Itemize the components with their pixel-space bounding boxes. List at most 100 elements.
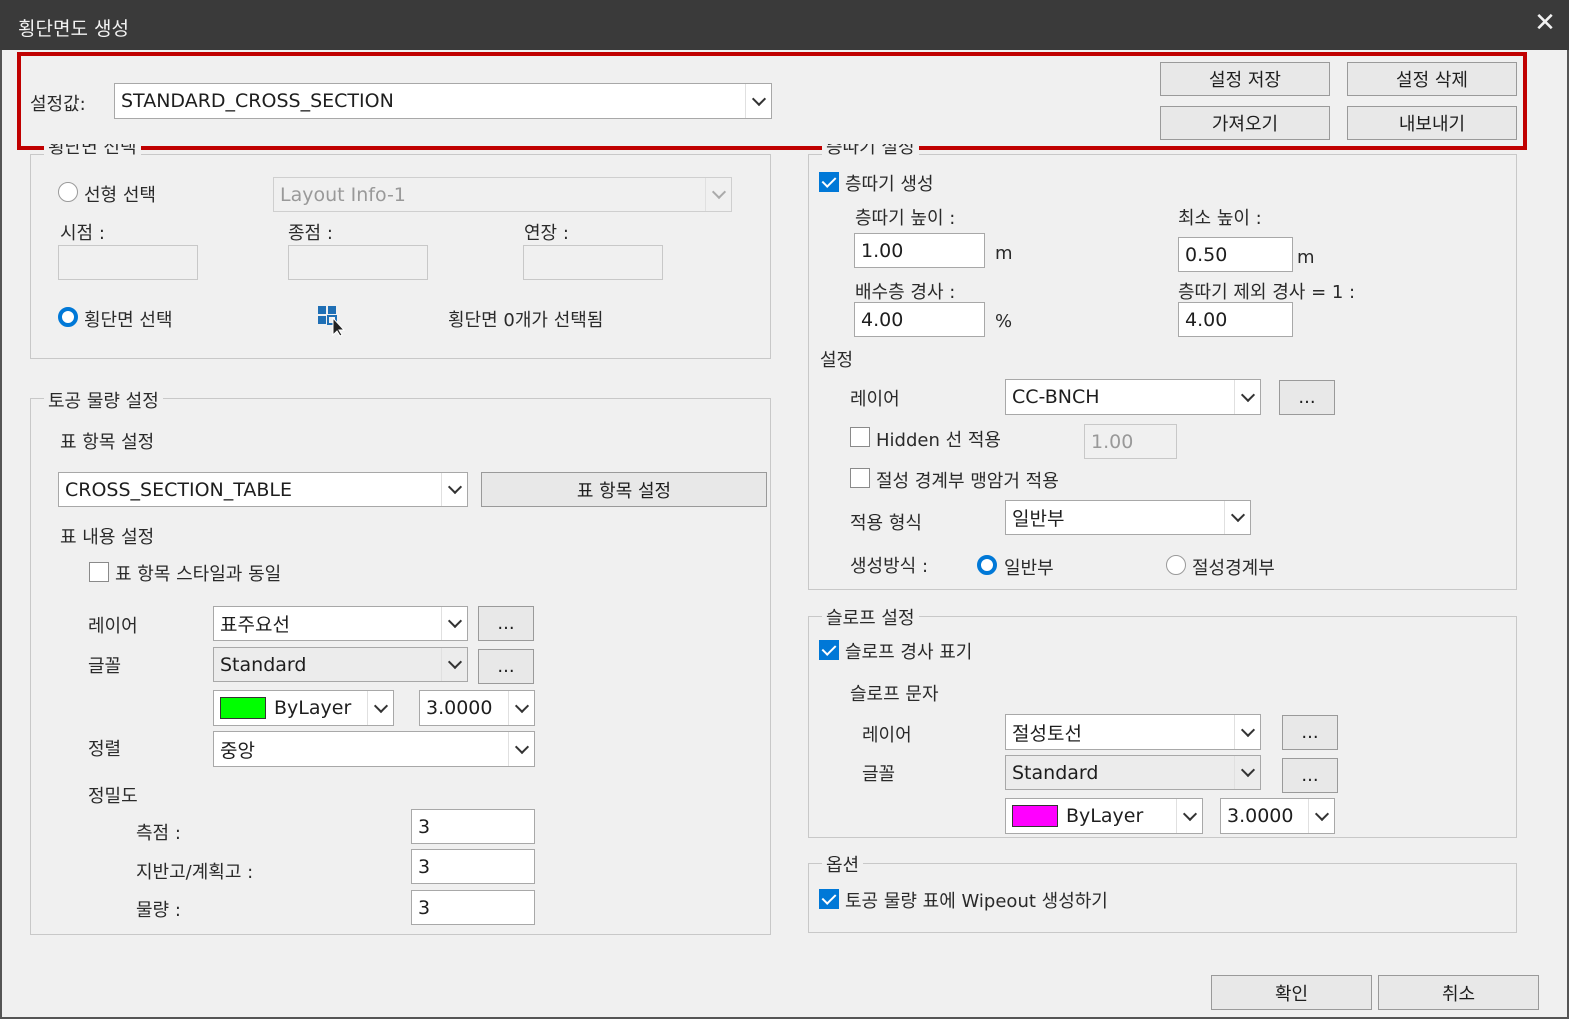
drain-slope-field[interactable]: 4.00: [854, 302, 985, 337]
pick-sections-icon[interactable]: [317, 305, 347, 337]
table-items-button[interactable]: 표 항목 설정: [481, 472, 767, 507]
import-button[interactable]: 가져오기: [1160, 106, 1330, 140]
same-style-checkbox[interactable]: [89, 562, 109, 582]
ew-size-combo[interactable]: 3.0000: [419, 690, 535, 726]
end-label: 종점 :: [288, 223, 333, 244]
bench-create-checkbox[interactable]: [819, 172, 839, 192]
ew-align-value: 중앙: [220, 739, 255, 762]
ground-field[interactable]: 3: [411, 849, 535, 884]
min-height-field[interactable]: 0.50: [1178, 237, 1293, 272]
selection-status: 횡단면 0개가 선택됨: [448, 310, 604, 331]
table-style-value: CROSS_SECTION_TABLE: [65, 478, 293, 501]
ew-layer-more-button[interactable]: ...: [478, 606, 534, 641]
save-settings-button[interactable]: 설정 저장: [1160, 62, 1330, 96]
bench-layer-combo[interactable]: CC-BNCH: [1005, 379, 1261, 415]
ew-color-swatch: [220, 697, 266, 719]
title-bar: 횡단면도 생성 ✕: [0, 0, 1569, 50]
wipeout-label: 토공 물량 표에 Wipeout 생성하기: [845, 891, 1108, 912]
slope-font-more-button[interactable]: ...: [1282, 758, 1338, 793]
end-field[interactable]: [288, 245, 428, 280]
slope-size-combo[interactable]: 3.0000: [1220, 798, 1335, 834]
chevron-down-icon[interactable]: [508, 691, 534, 725]
table-style-combo[interactable]: CROSS_SECTION_TABLE: [58, 472, 468, 507]
ew-align-label: 정렬: [88, 739, 122, 760]
bench-layer-more-button[interactable]: ...: [1279, 380, 1335, 415]
ground-label: 지반고/계획고 :: [136, 862, 254, 883]
ew-layer-combo[interactable]: 표주요선: [213, 606, 468, 641]
chevron-down-icon[interactable]: [705, 178, 731, 211]
slope-font-label: 글꼴: [862, 764, 896, 785]
apply-form-value: 일반부: [1012, 508, 1065, 530]
settings-value: STANDARD_CROSS_SECTION: [121, 90, 394, 112]
bench-height-unit: m: [995, 243, 1013, 264]
same-style-label: 표 항목 스타일과 동일: [115, 564, 282, 585]
ew-font-more-button[interactable]: ...: [478, 649, 534, 684]
drain-slope-unit: %: [995, 311, 1013, 332]
chevron-down-icon[interactable]: [508, 732, 534, 766]
cancel-button[interactable]: 취소: [1378, 975, 1539, 1010]
chevron-down-icon[interactable]: [441, 473, 467, 506]
cut-drain-checkbox[interactable]: [850, 468, 870, 488]
method-label: 생성방식 :: [850, 556, 929, 577]
close-icon[interactable]: ✕: [1532, 8, 1558, 38]
ok-button[interactable]: 확인: [1211, 975, 1372, 1010]
chevron-down-icon[interactable]: [441, 648, 467, 681]
alignment-value: Layout Info-1: [280, 183, 406, 206]
chevron-down-icon[interactable]: [1234, 715, 1260, 749]
export-button[interactable]: 내보내기: [1347, 106, 1517, 140]
extension-field[interactable]: [523, 245, 663, 280]
slope-size-value: 3.0000: [1227, 805, 1294, 827]
slope-font-combo[interactable]: Standard: [1005, 755, 1261, 790]
bench-title: 층따기 설정: [822, 144, 919, 158]
table-items-label: 표 항목 설정: [60, 432, 155, 453]
slope-show-checkbox[interactable]: [819, 640, 839, 660]
ew-color-value: ByLayer: [274, 697, 352, 719]
chevron-down-icon[interactable]: [1224, 501, 1250, 534]
slope-layer-combo[interactable]: 절성토선: [1005, 714, 1261, 750]
ew-layer-label: 레이어: [88, 616, 138, 637]
precision-label: 정밀도: [88, 786, 138, 807]
settings-label: 설정값:: [30, 94, 86, 115]
station-field[interactable]: 3: [411, 809, 535, 844]
method-general-radio[interactable]: [977, 555, 997, 575]
alignment-combo[interactable]: Layout Info-1: [273, 177, 732, 212]
alignment-radio[interactable]: [58, 182, 78, 202]
slope-color-combo[interactable]: ByLayer: [1005, 798, 1203, 834]
hidden-line-checkbox[interactable]: [850, 427, 870, 447]
cross-section-radio[interactable]: [58, 307, 78, 327]
slope-show-label: 슬로프 경사 표기: [845, 642, 973, 663]
bench-settings-label: 설정: [820, 350, 854, 371]
apply-form-label: 적용 형식: [850, 513, 922, 534]
cross-section-radio-label: 횡단면 선택: [84, 310, 173, 331]
chevron-down-icon[interactable]: [441, 607, 467, 640]
chevron-down-icon[interactable]: [745, 84, 771, 118]
apply-form-combo[interactable]: 일반부: [1005, 500, 1251, 535]
wipeout-checkbox[interactable]: [819, 889, 839, 909]
window-title: 횡단면도 생성: [18, 18, 129, 40]
extension-label: 연장 :: [524, 223, 569, 244]
chevron-down-icon[interactable]: [1308, 799, 1334, 833]
ew-font-combo[interactable]: Standard: [213, 647, 468, 682]
delete-settings-button[interactable]: 설정 삭제: [1347, 62, 1517, 96]
method-boundary-radio[interactable]: [1166, 555, 1186, 575]
method-general-label: 일반부: [1004, 558, 1054, 579]
start-field[interactable]: [58, 245, 198, 280]
exclude-slope-field[interactable]: 4.00: [1178, 302, 1293, 337]
bench-height-field[interactable]: 1.00: [854, 233, 985, 268]
ew-font-value: Standard: [220, 653, 307, 676]
hidden-line-field[interactable]: 1.00: [1084, 424, 1177, 459]
ew-align-combo[interactable]: 중앙: [213, 731, 535, 767]
options-title: 옵션: [822, 851, 864, 877]
chevron-down-icon[interactable]: [1176, 799, 1202, 833]
quantity-field[interactable]: 3: [411, 890, 535, 925]
chevron-down-icon[interactable]: [1234, 380, 1260, 414]
min-height-label: 최소 높이 :: [1178, 208, 1262, 229]
slope-font-value: Standard: [1012, 761, 1099, 784]
slope-layer-more-button[interactable]: ...: [1282, 715, 1338, 750]
ew-color-combo[interactable]: ByLayer: [213, 690, 394, 726]
bench-height-label: 층따기 높이 :: [855, 208, 956, 229]
settings-combo[interactable]: STANDARD_CROSS_SECTION: [114, 83, 772, 119]
earthwork-title: 토공 물량 설정: [44, 387, 163, 413]
chevron-down-icon[interactable]: [367, 691, 393, 725]
chevron-down-icon[interactable]: [1234, 756, 1260, 789]
